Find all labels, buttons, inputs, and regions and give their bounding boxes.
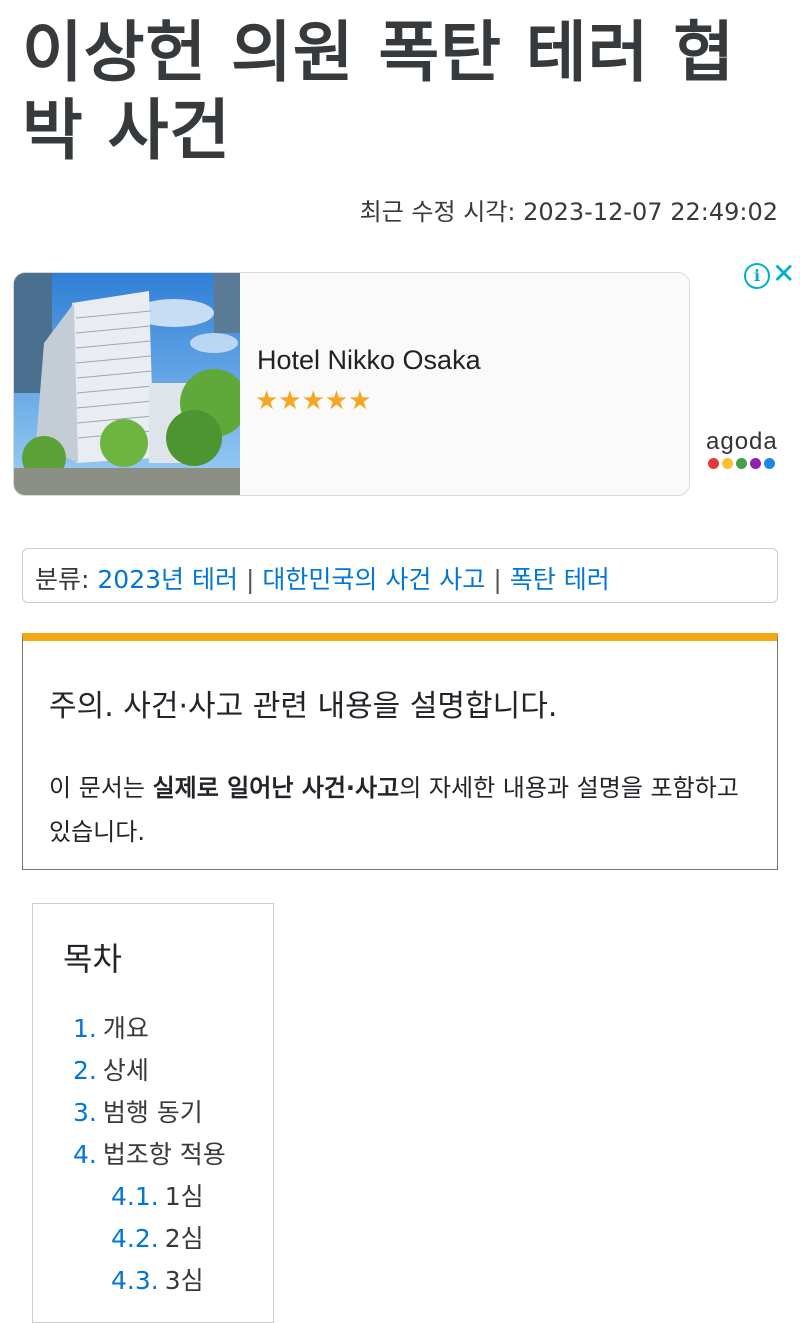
toc-item-number[interactable]: 3. bbox=[73, 1098, 97, 1127]
toc-item-label: 1심 bbox=[164, 1182, 204, 1211]
category-bar: 분류: 2023년 테러 | 대한민국의 사건 사고 | 폭탄 테러 bbox=[22, 548, 778, 603]
category-link-korea-incidents[interactable]: 대한민국의 사건 사고 bbox=[262, 565, 485, 594]
info-icon[interactable]: i bbox=[744, 263, 770, 289]
agoda-logo: agoda bbox=[706, 428, 784, 469]
notice-text: 이 문서는 실제로 일어난 사건·사고의 자세한 내용과 설명을 포함하고 있습… bbox=[49, 766, 749, 854]
notice-heading: 주의. 사건·사고 관련 내용을 설명합니다. bbox=[49, 689, 558, 724]
toc-item[interactable]: 1. 개요 bbox=[73, 1008, 226, 1050]
agoda-dot bbox=[708, 458, 719, 469]
page-title: 이상헌 의원 폭탄 테러 협박 사건 bbox=[22, 14, 736, 169]
category-separator: | bbox=[493, 565, 502, 594]
toc-item-label: 상세 bbox=[102, 1056, 149, 1085]
toc-item-label: 2심 bbox=[164, 1224, 204, 1253]
hotel-ad[interactable]: Hotel Nikko Osaka ★★★★★ bbox=[13, 272, 690, 496]
toc-item-number[interactable]: 4.3. bbox=[111, 1266, 159, 1295]
toc-item[interactable]: 4. 법조항 적용 bbox=[73, 1134, 226, 1176]
toc-item[interactable]: 4.3. 3심 bbox=[73, 1260, 226, 1302]
toc-item[interactable]: 4.1. 1심 bbox=[73, 1176, 226, 1218]
toc-item-label: 개요 bbox=[102, 1014, 149, 1043]
category-separator: | bbox=[245, 565, 255, 594]
toc-item-number[interactable]: 4.2. bbox=[111, 1224, 159, 1253]
category-label: 분류: bbox=[35, 565, 90, 594]
toc-heading: 목차 bbox=[63, 940, 122, 978]
agoda-dot bbox=[750, 458, 761, 469]
toc-item-number[interactable]: 2. bbox=[73, 1056, 97, 1085]
notice-text-pre: 이 문서는 bbox=[49, 774, 153, 802]
hotel-photo[interactable] bbox=[14, 273, 240, 495]
ad-choices[interactable]: i ✕ bbox=[744, 259, 795, 289]
agoda-wordmark: agoda bbox=[706, 428, 778, 455]
close-icon[interactable]: ✕ bbox=[772, 259, 795, 289]
toc-item-number[interactable]: 1. bbox=[73, 1014, 97, 1043]
toc-item[interactable]: 4.2. 2심 bbox=[73, 1218, 226, 1260]
notice-text-bold: 실제로 일어난 사건·사고 bbox=[152, 774, 400, 802]
toc-item-number[interactable]: 4. bbox=[73, 1140, 97, 1169]
toc-list: 1. 개요 2. 상세 3. 범행 동기 4. 법조항 적용 4.1. 1심 4.2. 2심 4.3. 3… bbox=[73, 1008, 226, 1302]
toc-item-label: 법조항 적용 bbox=[102, 1140, 226, 1169]
agoda-dot bbox=[722, 458, 733, 469]
incident-notice-box: 주의. 사건·사고 관련 내용을 설명합니다. 이 문서는 실제로 일어난 사건… bbox=[22, 633, 778, 870]
agoda-dot bbox=[764, 458, 775, 469]
toc-item-label: 3심 bbox=[164, 1266, 204, 1295]
toc-item[interactable]: 3. 범행 동기 bbox=[73, 1092, 226, 1134]
hotel-name[interactable]: Hotel Nikko Osaka bbox=[257, 345, 481, 376]
last-modified: 최근 수정 시각: 2023-12-07 22:49:02 bbox=[359, 198, 778, 226]
category-link-bomb-terror[interactable]: 폭탄 테러 bbox=[510, 565, 610, 594]
table-of-contents: 목차 1. 개요 2. 상세 3. 범행 동기 4. 법조항 적용 4.1. 1심 4.2. 2심 4.… bbox=[32, 903, 274, 1323]
toc-item[interactable]: 2. 상세 bbox=[73, 1050, 226, 1092]
toc-item-number[interactable]: 4.1. bbox=[111, 1182, 159, 1211]
toc-item-label: 범행 동기 bbox=[102, 1098, 203, 1127]
category-link-2023-terror[interactable]: 2023년 테러 bbox=[97, 565, 238, 594]
agoda-dots bbox=[708, 458, 784, 469]
star-rating: ★★★★★ bbox=[255, 386, 372, 416]
agoda-dot bbox=[736, 458, 747, 469]
